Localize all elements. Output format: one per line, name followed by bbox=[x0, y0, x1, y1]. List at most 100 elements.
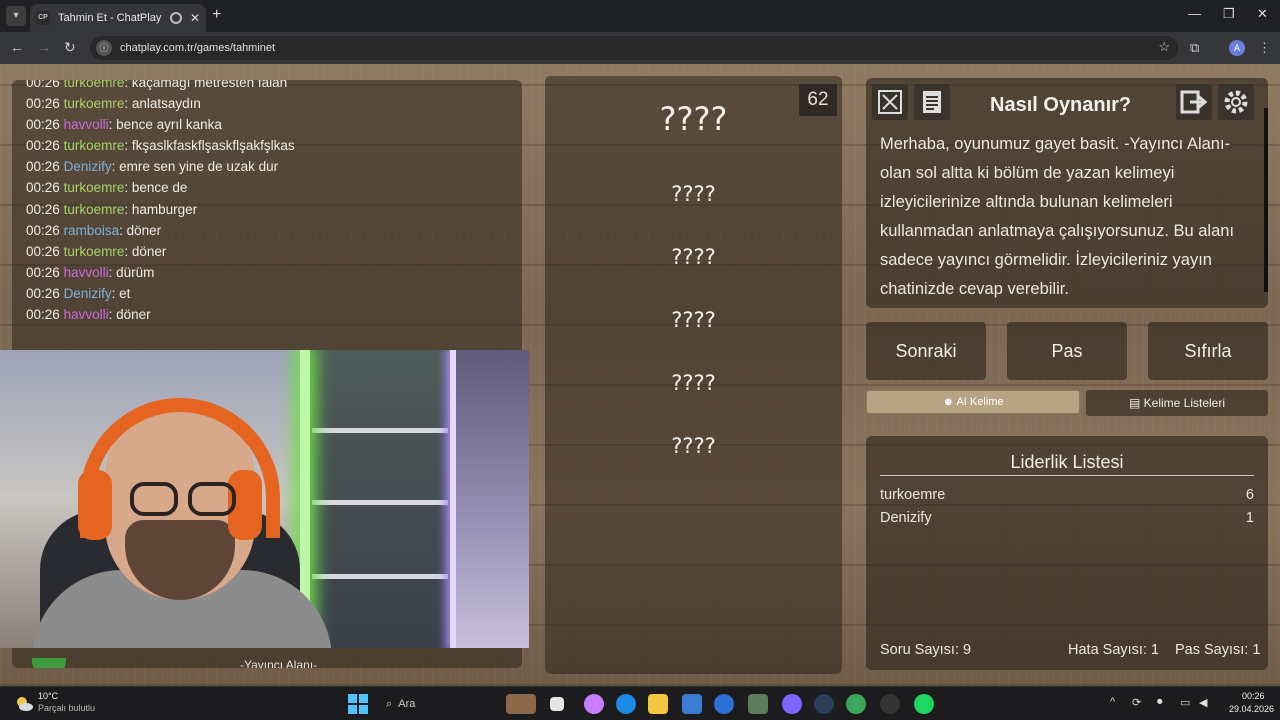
widget-animal-icon[interactable] bbox=[506, 694, 536, 714]
exit-icon[interactable] bbox=[1176, 84, 1212, 120]
steam-icon[interactable] bbox=[814, 694, 834, 714]
profile-avatar[interactable]: A bbox=[1229, 40, 1245, 56]
photos-icon[interactable] bbox=[748, 694, 768, 714]
outlook-icon[interactable] bbox=[714, 694, 734, 714]
robot-icon: ☻ bbox=[942, 396, 957, 408]
forward-icon[interactable]: → bbox=[37, 39, 51, 55]
volume-icon[interactable]: ◀ bbox=[1199, 696, 1207, 709]
search-placeholder: Ara bbox=[398, 698, 416, 710]
edge-icon[interactable] bbox=[616, 694, 636, 714]
network-icon[interactable]: ▭ bbox=[1180, 696, 1190, 709]
how-to-play-text: Merhaba, oyunumuz gayet basit. -Yayıncı … bbox=[880, 135, 1235, 298]
forbidden-word: ???? bbox=[671, 245, 716, 269]
message-user[interactable]: havvolli bbox=[64, 265, 109, 280]
discord-icon[interactable] bbox=[782, 694, 802, 714]
player-name: turkoemre bbox=[880, 487, 946, 503]
fullscreen-icon[interactable] bbox=[872, 84, 908, 120]
sync-icon[interactable]: ⟳ bbox=[1132, 696, 1141, 709]
message-text: : et bbox=[111, 285, 131, 301]
store-icon[interactable] bbox=[682, 694, 702, 714]
ai-word-label: AI Kelime bbox=[956, 396, 1004, 408]
site-info-icon[interactable]: ⓘ bbox=[96, 40, 112, 56]
message-user[interactable]: havvolli bbox=[64, 307, 109, 322]
tray-chevron-icon[interactable]: ^ bbox=[1110, 696, 1115, 708]
file-explorer-icon[interactable] bbox=[648, 694, 668, 714]
close-window-icon[interactable]: ✕ bbox=[1257, 6, 1268, 22]
message-user[interactable]: Denizify bbox=[64, 286, 112, 301]
clock-date[interactable]: 29.04.2026 bbox=[1229, 704, 1274, 714]
message-user[interactable]: turkoemre bbox=[64, 202, 125, 217]
document-icon[interactable] bbox=[914, 84, 950, 120]
message-user[interactable]: Denizify bbox=[64, 159, 112, 174]
message-time: 00:26 bbox=[26, 285, 60, 301]
reset-button[interactable]: Sıfırla bbox=[1148, 322, 1268, 380]
gear-icon[interactable] bbox=[1218, 84, 1254, 120]
headphones bbox=[78, 470, 112, 540]
obs-icon[interactable] bbox=[880, 694, 900, 714]
list-icon: ▤ bbox=[1128, 396, 1144, 410]
chat-message: 00:26 turkoemre: anlatsaydın bbox=[26, 93, 295, 114]
restore-icon[interactable]: ❐ bbox=[1223, 6, 1235, 22]
pass-button[interactable]: Pas bbox=[1007, 322, 1127, 380]
close-tab-icon[interactable]: ✕ bbox=[190, 11, 200, 25]
reload-icon[interactable]: ↻ bbox=[64, 39, 76, 56]
glasses bbox=[188, 482, 236, 516]
message-user[interactable]: turkoemre bbox=[64, 244, 125, 259]
leaderboard-title: Liderlik Listesi bbox=[1010, 452, 1124, 472]
message-time: 00:26 bbox=[26, 96, 60, 112]
audio-icon[interactable] bbox=[169, 12, 182, 24]
word-lists-button[interactable]: ▤ Kelime Listeleri bbox=[1086, 390, 1268, 416]
message-time: 00:26 bbox=[26, 80, 60, 90]
status-indicator bbox=[32, 658, 66, 668]
message-user[interactable]: turkoemre bbox=[64, 96, 125, 111]
message-text: : bence de bbox=[124, 180, 188, 196]
bookmark-star-icon[interactable]: ☆ bbox=[1158, 39, 1170, 55]
chat-message: 00:26 havvolli: bence ayrıl kanka bbox=[26, 114, 295, 135]
new-tab-icon[interactable]: + bbox=[212, 6, 221, 24]
message-time: 00:26 bbox=[26, 264, 60, 280]
message-text: : kaçamağı metresten falan bbox=[124, 80, 288, 90]
back-icon[interactable]: ← bbox=[10, 39, 24, 55]
chat-message: 00:26 Denizify: emre sen yine de uzak du… bbox=[26, 156, 295, 177]
message-user[interactable]: turkoemre bbox=[64, 180, 125, 195]
task-view-icon[interactable] bbox=[550, 697, 564, 711]
message-text: : döner bbox=[108, 307, 151, 323]
message-user[interactable]: turkoemre bbox=[64, 138, 125, 153]
browser-tab[interactable]: CP Tahmin Et - ChatPlay ✕ bbox=[30, 4, 206, 32]
clock-time[interactable]: 00:26 bbox=[1242, 691, 1265, 701]
webcam-shelf bbox=[310, 350, 450, 648]
address-bar[interactable]: ⓘ chatplay.com.tr/games/tahminet ☆ bbox=[90, 36, 1178, 60]
weather-temperature: 10°C bbox=[38, 691, 59, 701]
next-button[interactable]: Sonraki bbox=[866, 322, 986, 380]
player-name: Denizify bbox=[880, 510, 932, 526]
glasses bbox=[130, 482, 178, 516]
url-text: chatplay.com.tr/games/tahminet bbox=[120, 42, 276, 54]
copilot-icon[interactable] bbox=[584, 694, 604, 714]
taskbar-search[interactable]: ⌕ Ara bbox=[378, 692, 498, 716]
start-menu-icon[interactable] bbox=[348, 694, 368, 714]
menu-icon[interactable]: ⋮ bbox=[1258, 40, 1271, 56]
chat-message: 00:26 turkoemre: fkşaslkfaskflşaskflşakf… bbox=[26, 135, 295, 156]
ai-word-button[interactable]: ☻ AI Kelime bbox=[866, 390, 1080, 414]
forbidden-word: ???? bbox=[671, 434, 716, 458]
message-time: 00:26 bbox=[26, 307, 60, 323]
word-lists-label: Kelime Listeleri bbox=[1143, 396, 1226, 410]
chrome-icon[interactable] bbox=[846, 694, 866, 714]
pass-count: Pas Sayısı: 1 bbox=[1175, 642, 1261, 658]
panel-scrollbar[interactable] bbox=[1264, 108, 1268, 292]
player-score: 1 bbox=[1245, 510, 1254, 526]
message-user[interactable]: ramboisa bbox=[64, 223, 120, 238]
weather-icon[interactable] bbox=[14, 694, 34, 714]
chat-message: 00:26 turkoemre: kaçamağı metresten fala… bbox=[26, 80, 295, 93]
spotify-icon[interactable] bbox=[914, 694, 934, 714]
error-count: Hata Sayısı: 1 bbox=[1068, 642, 1160, 658]
word-panel: 62 ???? ???? ???? ???? ???? ???? bbox=[545, 76, 842, 674]
message-user[interactable]: havvolli bbox=[64, 117, 109, 132]
message-text: : fkşaslkfaskflşaskflşakfşlkas bbox=[124, 138, 295, 154]
tab-search-icon[interactable]: ▾ bbox=[6, 6, 26, 26]
microphone-icon[interactable]: ⏺ bbox=[1157, 696, 1163, 709]
minimize-icon[interactable]: — bbox=[1188, 6, 1201, 21]
extensions-icon[interactable]: ⧉ bbox=[1190, 40, 1199, 56]
forbidden-word: ???? bbox=[671, 308, 716, 332]
message-user[interactable]: turkoemre bbox=[64, 80, 125, 90]
